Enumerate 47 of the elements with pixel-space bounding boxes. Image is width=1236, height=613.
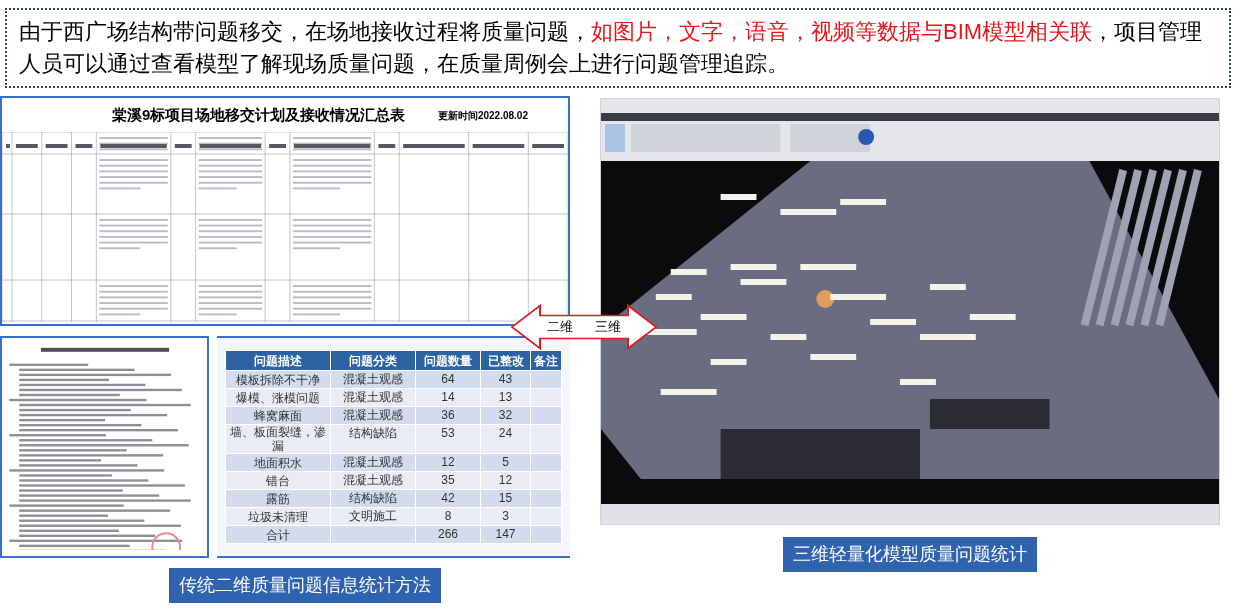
table-cell: 64 bbox=[415, 370, 481, 389]
table-cell: 12 bbox=[415, 453, 481, 472]
table-cell: 8 bbox=[415, 507, 481, 526]
table-cell: 24 bbox=[480, 424, 531, 454]
table-cell: 模板拆除不干净 bbox=[225, 370, 331, 389]
spreadsheet-update-time: 更新时间2022.08.02 bbox=[437, 108, 528, 123]
table-cell: 混凝土观感 bbox=[330, 453, 416, 472]
caption-label: 传统二维质量问题信息统计方法 bbox=[169, 568, 441, 603]
table-cell: 蜂窝麻面 bbox=[225, 406, 331, 425]
caption-label: 三维轻量化模型质量问题统计 bbox=[783, 537, 1037, 572]
table-cell: 露筋 bbox=[225, 489, 331, 508]
table-cell: 43 bbox=[480, 370, 531, 389]
table-header-cell: 问题描述 bbox=[225, 350, 331, 371]
table-cell: 爆模、涨模问题 bbox=[225, 388, 331, 407]
table-cell: 混凝土观感 bbox=[330, 388, 416, 407]
arrow-label: 二维 bbox=[547, 318, 573, 337]
table-cell: 36 bbox=[415, 406, 481, 425]
table-cell: 混凝土观感 bbox=[330, 471, 416, 490]
arrow-label: 三维 bbox=[595, 318, 621, 337]
table-cell: 文明施工 bbox=[330, 507, 416, 526]
table-cell: 13 bbox=[480, 388, 531, 407]
table-cell: 混凝土观感 bbox=[330, 370, 416, 389]
table-cell: 合计 bbox=[225, 525, 331, 544]
table-cell: 15 bbox=[480, 489, 531, 508]
table-cell: 35 bbox=[415, 471, 481, 490]
spreadsheet-title: 棠溪9标项目场地移交计划及接收情况汇总表 bbox=[112, 104, 406, 125]
table-cell: 墙、板面裂缝，渗漏 bbox=[225, 424, 331, 454]
table-cell: 32 bbox=[480, 406, 531, 425]
table-header-cell: 备注 bbox=[530, 350, 562, 371]
headline-text: 由于西广场结构带问题移交，在场地接收过程将质量问题，如图片，文字，语音，视频等数据与BIM模型相关联，项目管理人员可以通过查看模型了解现场质量问题，在质量周例会上进行问题管理追踪。 bbox=[5, 8, 1231, 88]
table-header-cell: 已整改 bbox=[480, 350, 531, 371]
table-header-cell: 问题数量 bbox=[415, 350, 481, 371]
table-header-cell: 问题分类 bbox=[330, 350, 416, 371]
table-cell: 53 bbox=[415, 424, 481, 454]
table-cell: 地面积水 bbox=[225, 453, 331, 472]
table-cell: 混凝土观感 bbox=[330, 406, 416, 425]
table-cell: 垃圾未清理 bbox=[225, 507, 331, 526]
table-cell: 147 bbox=[480, 525, 531, 544]
table-cell: 3 bbox=[480, 507, 531, 526]
table-cell: 14 bbox=[415, 388, 481, 407]
table-cell: 266 bbox=[415, 525, 481, 544]
table-cell: 5 bbox=[480, 453, 531, 472]
table-cell: 42 bbox=[415, 489, 481, 508]
table-cell: 错台 bbox=[225, 471, 331, 490]
table-cell: 结构缺陷 bbox=[330, 424, 416, 454]
table-cell: 结构缺陷 bbox=[330, 489, 416, 508]
table-cell: 12 bbox=[480, 471, 531, 490]
